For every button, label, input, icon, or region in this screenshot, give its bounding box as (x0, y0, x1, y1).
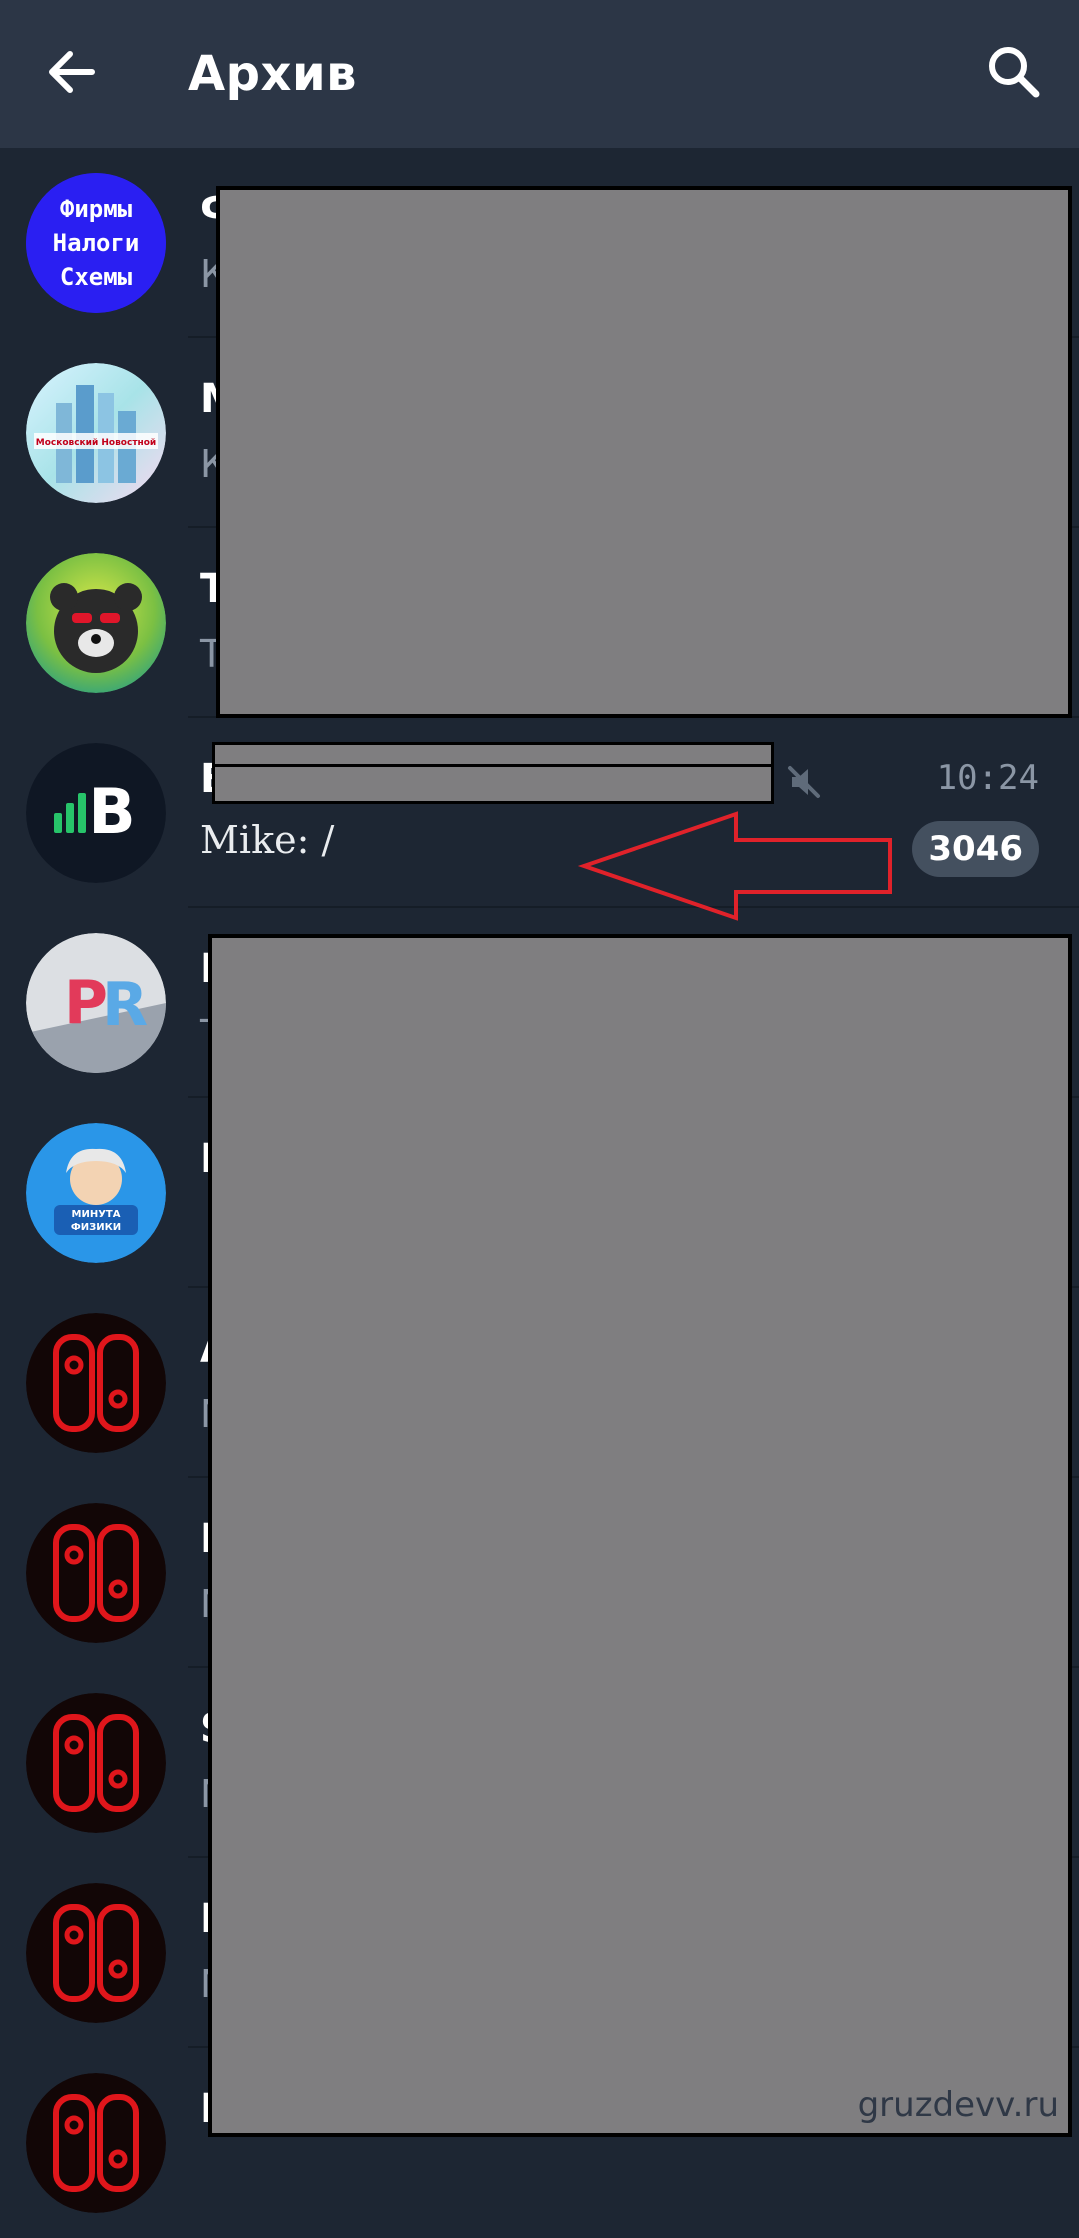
page-title: Архив (188, 46, 357, 102)
redaction-bar (212, 764, 774, 804)
switch-console-icon (26, 1883, 166, 2023)
switch-console-icon (26, 1693, 166, 1833)
avatar: B (26, 743, 166, 883)
avatar-line: Схемы (60, 263, 133, 291)
annotation-arrow-icon (577, 811, 892, 921)
physics-channel-icon: МИНУТА ФИЗИКИ (26, 1123, 166, 1263)
avatar: Фирмы Налоги Схемы (26, 173, 166, 313)
switch-console-icon (26, 1313, 166, 1453)
city-skyline-icon: Московский Новостной (26, 363, 166, 503)
channel-logo-icon: B (26, 743, 166, 883)
avatar-letter: B (88, 775, 135, 848)
avatar (26, 1503, 166, 1643)
svg-text:R: R (102, 970, 148, 1040)
avatar (26, 1313, 166, 1453)
pr-logo-icon: P R (26, 933, 166, 1073)
avatar-caption: Московский Новостной (36, 438, 157, 448)
app-header: Архив (0, 0, 1079, 148)
chat-preview: Mike: / (200, 818, 335, 862)
redaction-block (216, 186, 1072, 718)
search-button[interactable] (978, 36, 1050, 108)
avatar (26, 2073, 166, 2213)
avatar: МИНУТА ФИЗИКИ (26, 1123, 166, 1263)
watermark: gruzdevv.ru (857, 2085, 1059, 2125)
avatar: P R (26, 933, 166, 1073)
channel-logo-icon: Фирмы Налоги Схемы (26, 173, 166, 313)
avatar-line: Налоги (53, 229, 140, 257)
switch-console-icon (26, 2073, 166, 2213)
chat-time: 10:24 (936, 758, 1039, 798)
avatar-line: Фирмы (60, 195, 133, 223)
bear-icon (26, 553, 166, 693)
avatar (26, 553, 166, 693)
unread-count-badge: 3046 (912, 821, 1039, 877)
svg-text:МИНУТА: МИНУТА (72, 1209, 121, 1220)
avatar (26, 1883, 166, 2023)
svg-text:ФИЗИКИ: ФИЗИКИ (71, 1222, 121, 1233)
avatar: Московский Новостной (26, 363, 166, 503)
switch-console-icon (26, 1503, 166, 1643)
redaction-block (208, 934, 1072, 2137)
search-icon (989, 47, 1040, 98)
arrow-left-icon (49, 51, 95, 93)
chat-row-highlighted[interactable]: B B 10:24 Mike: / 3046 (0, 718, 1079, 908)
muted-speaker-icon (788, 766, 820, 798)
back-button[interactable] (36, 36, 108, 108)
avatar (26, 1693, 166, 1833)
